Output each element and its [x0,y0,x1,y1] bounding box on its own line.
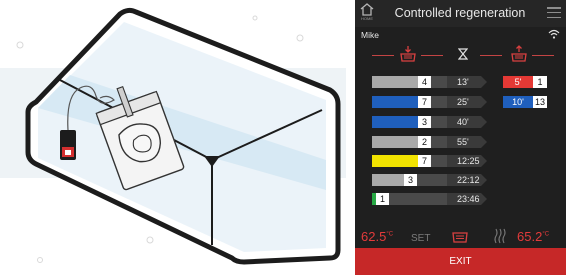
device-panel: HOME Controlled regeneration Mike 4 13' 7 2… [355,0,566,275]
timer-row-bar[interactable]: 3 [372,116,447,128]
middle-separator-line [421,55,443,56]
timer-row-count: 3 [418,116,431,128]
left-separator-line [372,55,394,56]
timer-row-time: 25' [447,96,487,108]
timer-row-count: 1 [376,193,389,205]
set-temperature-unit: °C [386,231,394,238]
current-temperature-unit: °C [542,231,550,238]
right-separator-line [480,55,502,56]
timer-row-count: 2 [418,136,431,148]
bath-drawing [0,7,346,265]
side-timer-count: 13 [533,96,547,108]
set-temperature[interactable]: 62.5°C [361,229,393,244]
timer-row-bar[interactable]: 7 [372,96,447,108]
water-bath-illustration [0,0,346,275]
side-timer[interactable]: 5' 1 [503,76,547,88]
home-label: HOME [361,16,373,21]
temperature-row: 62.5°C SET 65.2°C [355,223,566,247]
pot-heat-up-icon [511,45,527,62]
home-button[interactable]: HOME [358,2,376,24]
side-timer-count: 1 [533,76,547,88]
timer-row-time: 12:25 [447,155,487,167]
timer-row-count: 7 [418,155,431,167]
current-temperature: 65.2°C [517,229,549,244]
timer-row-count: 3 [404,174,417,186]
wifi-icon [548,29,560,39]
timer-row-count: 4 [418,76,431,88]
heat-waves-icon [494,228,506,244]
timer-row-bar[interactable]: 4 [372,76,447,88]
hamburger-menu-icon[interactable] [547,7,561,19]
far-right-separator-line [532,55,554,56]
timer-row-bar[interactable]: 2 [372,136,447,148]
user-name: Mike [361,30,379,40]
timer-row-time: 13' [447,76,487,88]
timer-row-bar[interactable]: 7 [372,155,447,167]
page-title: Controlled regeneration [394,6,526,20]
timer-row-time: 40' [447,116,487,128]
current-temperature-value: 65.2 [517,229,543,244]
side-timer[interactable]: 10' 13 [503,96,547,108]
timer-row-time: 55' [447,136,487,148]
timer-row-count: 7 [418,96,431,108]
timer-row-time: 22:12 [447,174,487,186]
timer-row-time: 23:46 [447,193,487,205]
home-icon [360,3,374,16]
timer-row-bar[interactable]: 3 [372,174,447,186]
timer-row-bar[interactable]: 1 [372,193,447,205]
set-label: SET [411,233,431,244]
side-timer-value: 5' [503,76,533,88]
exit-button[interactable]: EXIT [355,248,566,275]
water-bowl-icon [452,232,468,243]
set-temperature-value: 62.5 [361,229,387,244]
pot-heat-down-icon [400,46,416,62]
side-timer-value: 10' [503,96,533,108]
hourglass-icon [458,48,468,60]
top-bar: HOME Controlled regeneration [355,0,566,27]
